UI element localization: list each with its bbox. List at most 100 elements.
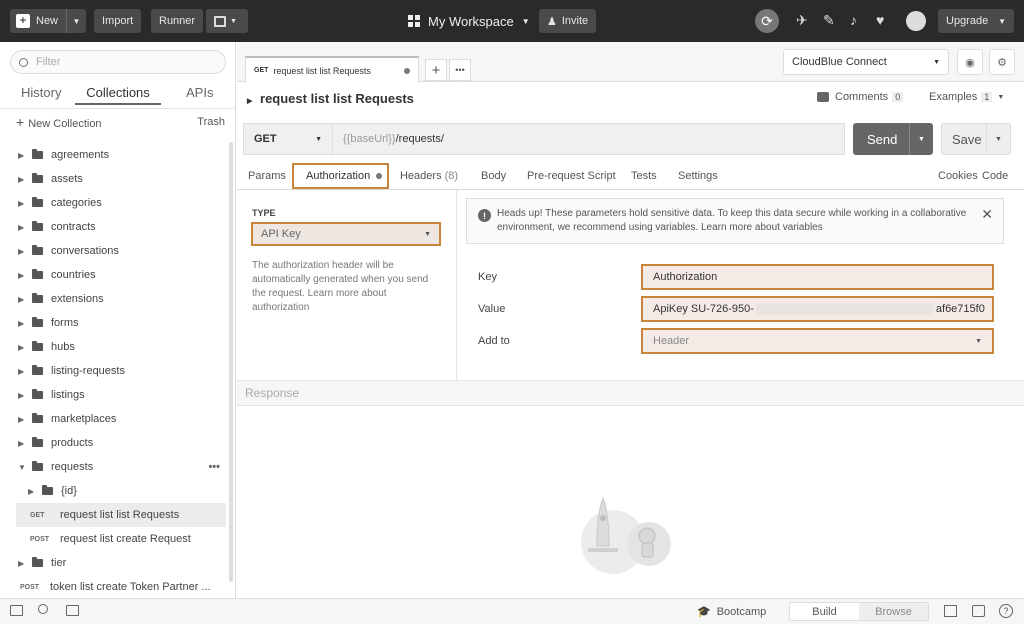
folder-conversations[interactable]: ▶ conversations [0,239,236,263]
method-select[interactable]: GET ▼ [243,123,333,155]
avatar[interactable] [906,11,926,31]
new-tab-button[interactable]: + [425,59,447,81]
collection-tree: ▶ agreements ▶ assets ▶ categories ▶ contrac… [0,143,236,599]
cookies-link[interactable]: Cookies [938,170,978,182]
chevron-down-icon[interactable]: ▼ [909,123,933,155]
request-title[interactable]: ▶ request list list Requests [247,91,414,106]
folder-label: extensions [51,293,104,305]
satellite-icon[interactable]: ✈ [796,12,808,29]
tab-tests[interactable]: Tests [631,170,657,182]
import-button[interactable]: Import [94,9,142,33]
redacted-block [755,303,934,315]
send-button[interactable]: Send ▼ [853,123,933,155]
build-tab[interactable]: Build [790,603,859,620]
chevron-down-icon: ▼ [997,93,1005,101]
addto-value: Header [653,335,690,347]
new-button[interactable]: + New ▼ [10,9,86,33]
tab-headers[interactable]: Headers (8) [400,170,458,182]
wrench-icon[interactable]: ✎ [823,12,835,29]
request-item[interactable]: POST request list create Request [0,527,236,551]
folder-products[interactable]: ▶ products [0,431,236,455]
trash-link[interactable]: Trash [197,116,225,128]
folder-label: assets [51,173,83,185]
bootcamp-button[interactable]: 🎓 Bootcamp [697,605,767,619]
search-input[interactable]: Filter [10,50,226,74]
folder-marketplaces[interactable]: ▶ marketplaces [0,407,236,431]
request-item-selected[interactable]: GET request list list Requests [16,503,226,527]
chevron-down-icon: ▼ [998,16,1006,26]
new-collection-button[interactable]: + New Collection [16,114,102,130]
folder-assets[interactable]: ▶ assets [0,167,236,191]
runner-button[interactable]: Runner [151,9,204,33]
upgrade-button[interactable]: Upgrade ▼ [938,9,1014,33]
tab-authorization[interactable]: Authorization [292,163,389,189]
examples-button[interactable]: Examples 1 ▼ [929,91,1004,103]
request-tab[interactable]: GET request list list Requests [245,56,419,83]
folder-listings[interactable]: ▶ listings [0,383,236,407]
code-link[interactable]: Code [982,170,1008,182]
key-value: Authorization [653,271,718,283]
sync-icon[interactable]: ⟳ [755,9,779,33]
eye-icon[interactable]: ◉ [957,49,983,75]
folder-countries[interactable]: ▶ countries [0,263,236,287]
folder-forms[interactable]: ▶ forms [0,311,236,335]
request-item[interactable]: POST token list create Token Partner ... [0,575,236,599]
more-tabs-button[interactable]: ••• [449,59,471,81]
help-icon[interactable]: ? [999,604,1013,618]
tab-apis[interactable]: APIs [186,82,213,103]
bell-icon[interactable]: ♪ [850,12,857,28]
folder-listing-requests[interactable]: ▶ listing-requests [0,359,236,383]
request-title-text: request list list Requests [260,91,414,106]
caret-right-icon: ▶ [247,98,253,105]
tab-collections[interactable]: Collections [75,82,161,105]
gear-icon[interactable]: ⚙ [989,49,1015,75]
tab-body[interactable]: Body [481,170,506,182]
unsaved-dot-icon[interactable] [404,68,410,74]
folder-categories[interactable]: ▶ categories [0,191,236,215]
caret-right-icon: ▶ [18,270,25,280]
folder-agreements[interactable]: ▶ agreements [0,143,236,167]
folder-extensions[interactable]: ▶ extensions [0,287,236,311]
find-icon[interactable] [38,604,48,614]
bootcamp-label: Bootcamp [716,605,767,618]
sidebar-toggle-icon[interactable] [10,605,23,616]
caret-right-icon: ▶ [18,342,25,352]
environment-select[interactable]: CloudBlue Connect ▼ [783,49,949,75]
browse-tab[interactable]: Browse [859,603,928,620]
tab-history[interactable]: History [21,82,61,103]
two-pane-icon[interactable] [944,605,957,617]
comments-button[interactable]: Comments 0 [817,91,904,103]
folder-tier[interactable]: ▶ tier [0,551,236,575]
workspace-switcher[interactable]: My Workspace ▼ [408,9,530,33]
sidebar-scrollbar[interactable] [229,142,233,582]
tab-settings[interactable]: Settings [678,170,718,182]
invite-button[interactable]: ♟ Invite [539,9,597,33]
folder-icon [32,461,43,471]
folder-id[interactable]: ▶ {id} [0,479,236,503]
new-window-button[interactable]: ▼ [206,9,248,33]
heart-icon[interactable]: ♥ [876,12,884,28]
folder-icon [32,221,43,231]
value-input[interactable]: ApiKey SU-726-950- af6e715f0 [641,296,994,322]
save-button[interactable]: Save ▼ [941,123,1011,155]
tab-params[interactable]: Params [248,170,286,182]
folder-hubs[interactable]: ▶ hubs [0,335,236,359]
url-input[interactable]: {{baseUrl}}/requests/ [333,123,845,155]
more-icon[interactable]: ••• [208,461,220,473]
addto-select[interactable]: Header ▼ [641,328,994,354]
auth-type-select[interactable]: API Key ▼ [251,222,441,246]
tab-method: GET [254,67,269,74]
chevron-down-icon: ▼ [975,337,982,345]
key-input[interactable]: Authorization [641,264,994,290]
chevron-down-icon[interactable]: ▼ [66,9,86,33]
chevron-down-icon: ▼ [521,16,530,26]
folder-label: conversations [51,245,119,257]
astronaut-illustration [573,484,683,576]
tab-prerequest[interactable]: Pre-request Script [527,170,616,182]
console-icon[interactable] [66,605,79,616]
folder-contracts[interactable]: ▶ contracts [0,215,236,239]
chevron-down-icon[interactable]: ▼ [986,124,1010,154]
folder-requests[interactable]: ▼ requests ••• [0,455,236,479]
keyboard-icon[interactable] [972,605,985,617]
close-icon[interactable]: ✕ [981,207,993,221]
